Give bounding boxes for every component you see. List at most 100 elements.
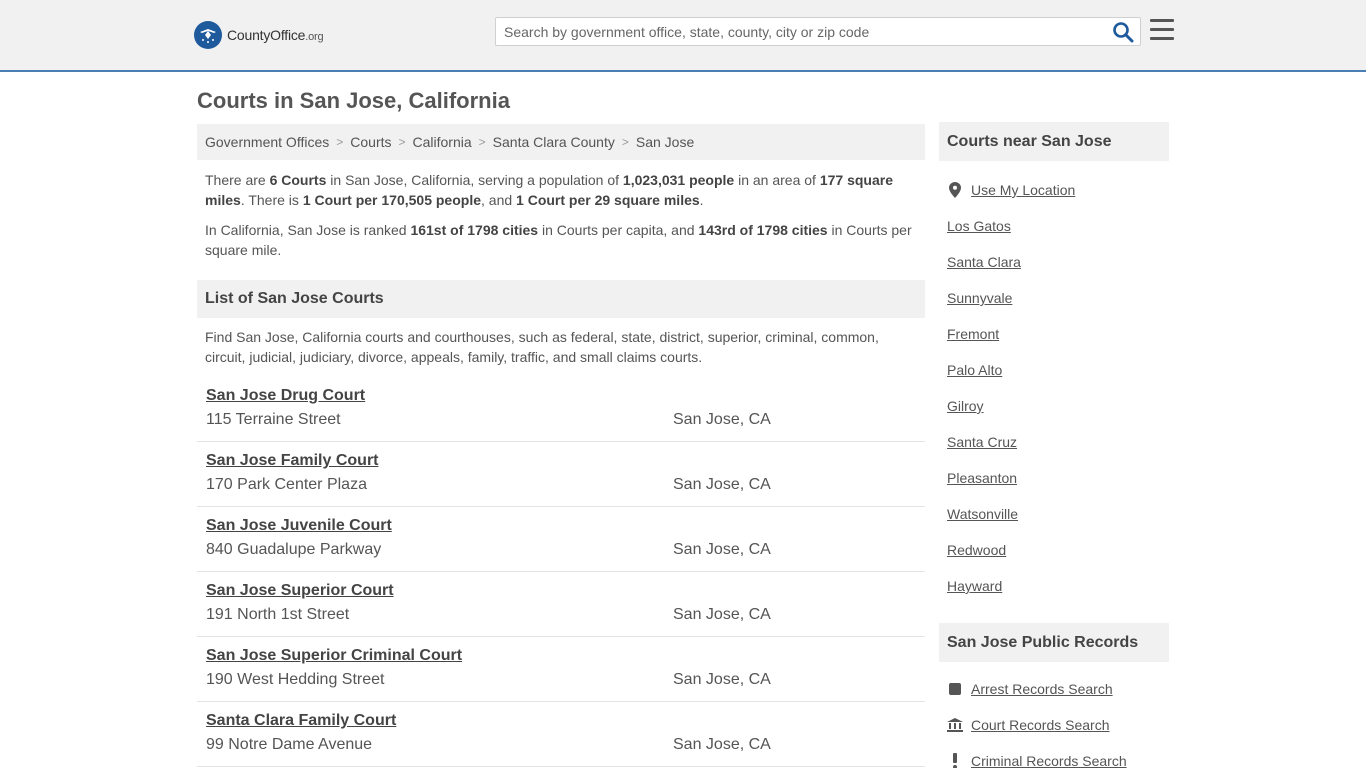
nearby-city-link[interactable]: Santa Clara [947, 254, 1021, 270]
court-list-item: San Jose Family Court 170 Park Center Pl… [197, 442, 925, 507]
rank-per-area: 143rd of 1798 cities [698, 222, 828, 238]
nearby-city-item: Los Gatos [947, 208, 1169, 244]
public-record-item: Arrest Records Search [947, 671, 1169, 707]
intro-text: in San Jose, California, serving a popul… [326, 172, 623, 188]
intro-text: . [699, 192, 704, 208]
court-list-item: San Jose Superior Criminal Court 190 Wes… [197, 637, 925, 702]
court-list-description: Find San Jose, California courts and cou… [205, 329, 879, 365]
search-input[interactable] [496, 18, 1096, 45]
courts-per-people: 1 Court per 170,505 people [302, 192, 481, 208]
nearby-city-item: Santa Cruz [947, 424, 1169, 460]
court-city: San Jose, CA [673, 541, 771, 558]
court-list-item: San Jose Juvenile Court 840 Guadalupe Pa… [197, 507, 925, 572]
public-records-heading: San Jose Public Records [939, 623, 1169, 662]
court-address: 115 Terraine Street [206, 411, 341, 428]
nearby-city-link[interactable]: Gilroy [947, 398, 984, 414]
court-name-link[interactable]: San Jose Superior Criminal Court [206, 647, 462, 665]
intro-text: In California, San Jose is ranked [205, 222, 411, 238]
nearby-city-link[interactable]: Redwood [947, 542, 1006, 558]
nearby-city-item: Watsonville [947, 496, 1169, 532]
court-address: 190 West Hedding Street [206, 671, 385, 688]
nearby-city-link[interactable]: Sunnyvale [947, 290, 1012, 306]
breadcrumb-courts[interactable]: Courts [350, 134, 391, 150]
court-count: 6 Courts [269, 172, 327, 188]
court-name-link[interactable]: San Jose Superior Court [206, 582, 394, 600]
intro-text: There are [205, 172, 270, 188]
breadcrumb-san-jose[interactable]: San Jose [636, 134, 694, 150]
site-header: CountyOffice.org [0, 0, 1366, 72]
court-name-link[interactable]: San Jose Drug Court [206, 387, 365, 405]
public-records-list: Arrest Records Search Court Records Sear… [939, 671, 1169, 768]
breadcrumb-santa-clara-county[interactable]: Santa Clara County [493, 134, 615, 150]
court-name-link[interactable]: Santa Clara Family Court [206, 712, 396, 730]
court-name-link[interactable]: San Jose Family Court [206, 452, 379, 470]
intro-text: . There is [240, 192, 303, 208]
nearby-courts-heading: Courts near San Jose [939, 122, 1169, 161]
breadcrumb-government-offices[interactable]: Government Offices [205, 134, 329, 150]
nearby-city-item: Fremont [947, 316, 1169, 352]
breadcrumb-separator-icon: > [398, 135, 406, 149]
search-box [495, 17, 1141, 46]
nearby-city-link[interactable]: Pleasanton [947, 470, 1017, 486]
breadcrumb-separator-icon: > [336, 135, 344, 149]
courts-per-area: 1 Court per 29 square miles [516, 192, 700, 208]
court-records-link[interactable]: Court Records Search [971, 717, 1110, 733]
court-address: 170 Park Center Plaza [206, 476, 367, 493]
use-my-location-link[interactable]: Use My Location [971, 182, 1075, 198]
search-icon[interactable] [1112, 21, 1134, 43]
court-list-item: Santa Clara Family Court 99 Notre Dame A… [197, 702, 925, 767]
intro-paragraph-counts: There are 6 Courts in San Jose, Californ… [205, 170, 917, 210]
court-city: San Jose, CA [673, 671, 771, 688]
nearby-city-link[interactable]: Fremont [947, 326, 999, 342]
intro-text: in Courts per capita, and [538, 222, 699, 238]
logo-seal-icon [194, 21, 222, 49]
population: 1,023,031 people [622, 172, 735, 188]
intro-text: in an area of [734, 172, 820, 188]
arrest-icon [947, 681, 963, 697]
page-title: Courts in San Jose, California [197, 88, 510, 113]
nearby-city-link[interactable]: Los Gatos [947, 218, 1011, 234]
courthouse-icon [947, 717, 963, 733]
public-record-item: Court Records Search [947, 707, 1169, 743]
nearby-city-item: Pleasanton [947, 460, 1169, 496]
court-list-item: San Jose Superior Court 191 North 1st St… [197, 572, 925, 637]
nearby-city-item: Palo Alto [947, 352, 1169, 388]
court-list-heading: List of San Jose Courts [197, 280, 925, 318]
intro-text: , and [481, 192, 517, 208]
nearby-city-link[interactable]: Watsonville [947, 506, 1018, 522]
nearby-city-link[interactable]: Santa Cruz [947, 434, 1017, 450]
use-location-item: Use My Location [947, 172, 1169, 208]
arrest-records-link[interactable]: Arrest Records Search [971, 681, 1113, 697]
breadcrumb-california[interactable]: California [413, 134, 472, 150]
nearby-city-item: Gilroy [947, 388, 1169, 424]
logo-wordmark: CountyOffice.org [227, 27, 324, 43]
breadcrumb-separator-icon: > [478, 135, 486, 149]
court-address: 99 Notre Dame Avenue [206, 736, 373, 753]
logo-main-text: CountyOffice [227, 27, 306, 43]
nearby-city-link[interactable]: Palo Alto [947, 362, 1002, 378]
intro-stats: There are 6 Courts in San Jose, Californ… [205, 170, 917, 270]
exclamation-icon [947, 753, 963, 768]
court-address: 191 North 1st Street [206, 606, 350, 623]
map-pin-icon [947, 182, 963, 198]
court-name-link[interactable]: San Jose Juvenile Court [206, 517, 392, 535]
court-city: San Jose, CA [673, 736, 771, 753]
breadcrumb-separator-icon: > [621, 135, 629, 149]
nearby-city-item: Sunnyvale [947, 280, 1169, 316]
public-record-item: Criminal Records Search [947, 743, 1169, 768]
rank-per-capita: 161st of 1798 cities [410, 222, 539, 238]
criminal-records-link[interactable]: Criminal Records Search [971, 753, 1127, 768]
hamburger-menu-icon[interactable] [1150, 19, 1174, 41]
court-city: San Jose, CA [673, 476, 771, 493]
site-logo[interactable]: CountyOffice.org [194, 21, 324, 49]
nearby-city-link[interactable]: Hayward [947, 578, 1002, 594]
nearby-city-item: Hayward [947, 568, 1169, 604]
nearby-courts-list: Use My Location Los Gatos Santa Clara Su… [939, 172, 1169, 604]
court-list: San Jose Drug Court 115 Terraine Street … [197, 377, 925, 767]
court-address: 840 Guadalupe Parkway [206, 541, 382, 558]
intro-paragraph-ranking: In California, San Jose is ranked 161st … [205, 220, 917, 260]
court-city: San Jose, CA [673, 411, 771, 428]
logo-org-text: .org [305, 31, 324, 43]
nearby-city-item: Santa Clara [947, 244, 1169, 280]
nearby-city-item: Redwood [947, 532, 1169, 568]
